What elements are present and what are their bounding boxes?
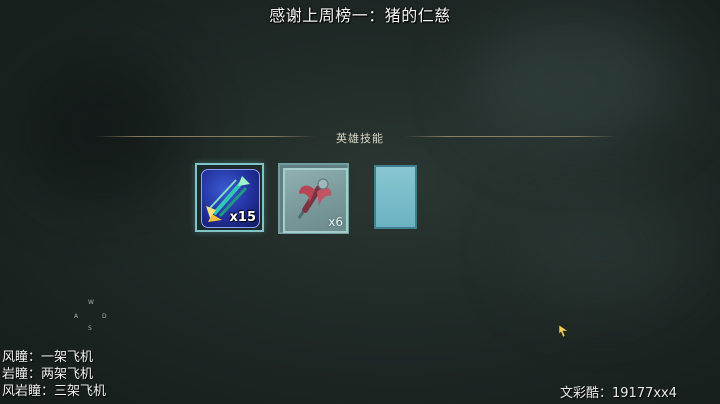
background-shadow: [20, 60, 180, 200]
skill-count: x6: [328, 215, 343, 229]
mouse-cursor-icon: [559, 325, 569, 337]
note-line: 风瞳：一架飞机: [2, 350, 94, 365]
divider-right: [404, 136, 618, 137]
stream-notes: 风瞳：一架飞机 岩瞳：两架飞机 风岩瞳：三架飞机: [2, 349, 106, 400]
movement-compass: W A D S: [74, 299, 108, 333]
compass-w-label: W: [88, 299, 94, 306]
feather-quill-icon: x6: [283, 168, 348, 233]
background-glow: [520, 190, 690, 310]
bottom-right-text: 文彩酷：19177xx4: [560, 386, 678, 401]
note-line: 风岩瞳：三架飞机: [2, 384, 107, 399]
divider-left: [94, 136, 316, 137]
note-line: 岩瞳：两架飞机: [2, 367, 94, 382]
compass-d-label: D: [102, 313, 107, 320]
compass-s-label: S: [88, 325, 92, 332]
section-title: 英雄技能: [336, 132, 384, 145]
thanks-banner: 感谢上周榜一：猪的仁慈: [269, 6, 451, 25]
empty-skill-slot[interactable]: [374, 165, 417, 229]
skill-slot-2[interactable]: x6: [278, 163, 349, 234]
compass-a-label: A: [74, 313, 79, 320]
background-glow: [470, 10, 680, 150]
skill-slot-1[interactable]: x15: [195, 163, 264, 232]
arrow-barrage-icon: x15: [201, 169, 260, 228]
skill-count: x15: [229, 210, 256, 225]
